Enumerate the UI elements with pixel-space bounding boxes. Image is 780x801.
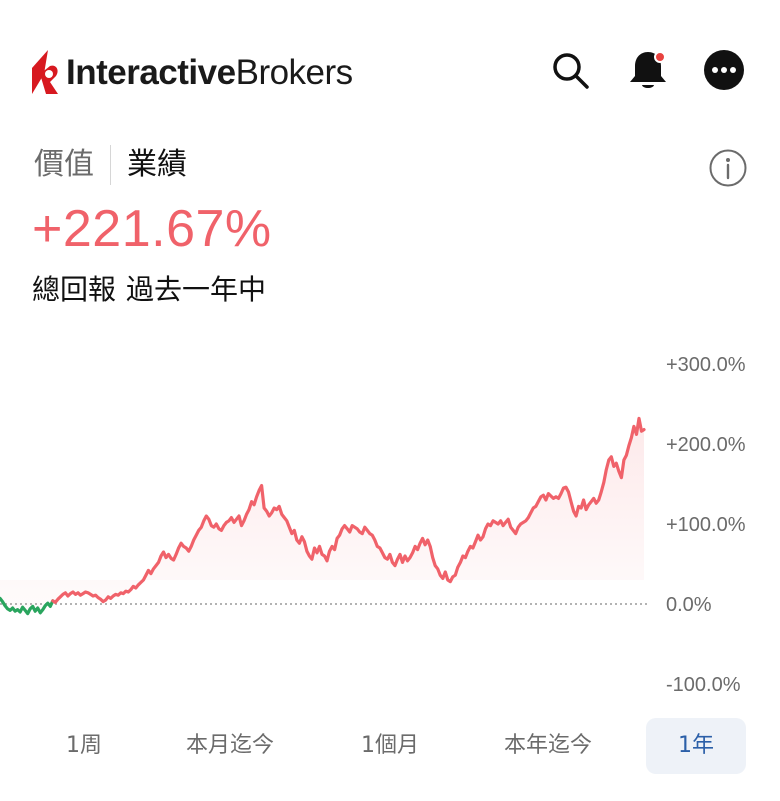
brand-name: InteractiveBrokers xyxy=(66,48,353,98)
range-button[interactable]: 本月迄今 xyxy=(165,718,295,774)
info-button[interactable] xyxy=(708,148,748,188)
period-label: 過去一年中 xyxy=(126,273,267,306)
value-performance-toggle: 價值 業績 xyxy=(34,142,187,188)
more-button[interactable] xyxy=(702,48,746,92)
range-button[interactable]: 1周 xyxy=(44,718,124,774)
notifications-button[interactable] xyxy=(626,48,670,92)
search-button[interactable] xyxy=(548,48,592,92)
y-tick-label: 0.0% xyxy=(666,594,712,616)
brand-logo: InteractiveBrokers xyxy=(30,48,353,98)
y-tick-label: +300.0% xyxy=(666,354,746,376)
tab-value[interactable]: 價值 xyxy=(34,142,94,188)
tab-performance[interactable]: 業績 xyxy=(127,142,187,188)
performance-chart-svg: +300.0% +200.0% +100.0% 0.0% -100.0% xyxy=(0,354,746,696)
y-tick-label: -100.0% xyxy=(666,674,741,696)
app-header: InteractiveBrokers xyxy=(0,0,780,130)
y-tick-label: +200.0% xyxy=(666,434,746,456)
notification-dot xyxy=(654,51,666,63)
brand-name-regular: Brokers xyxy=(235,53,354,92)
range-button[interactable]: 本年迄今 xyxy=(483,718,613,774)
range-button[interactable]: 1年 xyxy=(646,718,746,774)
y-tick-label: +100.0% xyxy=(666,514,746,536)
range-button[interactable]: 1個月 xyxy=(330,718,450,774)
total-return-caption: 總回報 過去一年中 xyxy=(32,270,276,310)
performance-chart: +300.0% +200.0% +100.0% 0.0% -100.0% xyxy=(0,340,780,710)
bell-icon xyxy=(630,51,666,88)
more-icon xyxy=(704,50,744,90)
total-return-value: +221.67% xyxy=(32,200,272,258)
brand-name-bold: Interactive xyxy=(66,53,236,92)
search-icon xyxy=(553,53,589,89)
info-icon xyxy=(709,149,747,187)
performance-area xyxy=(0,418,644,614)
time-range-selector: 1周 本月迄今 1個月 本年迄今 1年 xyxy=(0,718,780,776)
total-return-label: 總回報 xyxy=(32,273,117,306)
brand-mark-icon xyxy=(32,50,58,94)
toggle-divider xyxy=(110,145,111,185)
